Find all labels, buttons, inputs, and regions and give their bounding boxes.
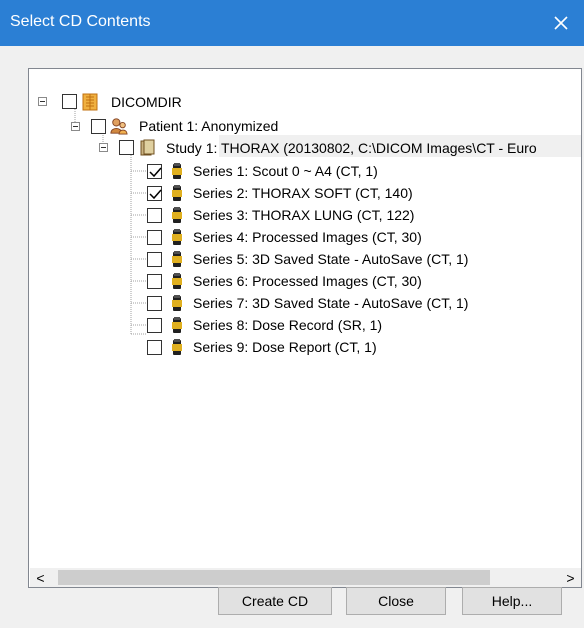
series-label[interactable]: Series 5: 3D Saved State - AutoSave (CT,… bbox=[193, 250, 468, 268]
series-icon bbox=[172, 163, 182, 179]
series-label[interactable]: Series 6: Processed Images (CT, 30) bbox=[193, 272, 422, 290]
study-checkbox[interactable] bbox=[119, 140, 134, 155]
help-button[interactable]: Help... bbox=[462, 587, 562, 615]
root-label[interactable]: DICOMDIR bbox=[111, 93, 182, 111]
series-icon bbox=[172, 251, 182, 267]
series-checkbox[interactable] bbox=[147, 274, 162, 289]
root-checkbox[interactable] bbox=[62, 94, 77, 109]
series-label[interactable]: Series 9: Dose Report (CT, 1) bbox=[193, 338, 377, 356]
series-label[interactable]: Series 8: Dose Record (SR, 1) bbox=[193, 316, 382, 334]
study-label[interactable]: Study 1: THORAX (20130802, C:\DICOM Imag… bbox=[166, 139, 537, 157]
patient-label[interactable]: Patient 1: Anonymized bbox=[139, 117, 278, 135]
title-bar: Select CD Contents bbox=[0, 0, 584, 46]
series-checkbox[interactable] bbox=[147, 252, 162, 267]
create-cd-button[interactable]: Create CD bbox=[218, 587, 332, 615]
close-button[interactable]: Close bbox=[346, 587, 446, 615]
series-icon bbox=[172, 207, 182, 223]
series-label[interactable]: Series 1: Scout 0 ~ A4 (CT, 1) bbox=[193, 162, 378, 180]
series-icon bbox=[172, 185, 182, 201]
study-icon bbox=[140, 139, 155, 156]
checkmark-icon bbox=[149, 189, 162, 200]
scroll-thumb[interactable] bbox=[58, 570, 490, 585]
root-collapse-toggle[interactable] bbox=[38, 97, 47, 106]
series-icon bbox=[172, 229, 182, 245]
horizontal-scrollbar[interactable]: < > bbox=[30, 568, 581, 587]
patient-collapse-toggle[interactable] bbox=[71, 122, 80, 131]
study-collapse-toggle[interactable] bbox=[99, 143, 108, 152]
cd-contents-tree[interactable]: DICOMDIR Patient 1: Anonymized Study 1: … bbox=[28, 68, 582, 588]
scroll-left-button[interactable]: < bbox=[32, 568, 49, 587]
series-checkbox[interactable] bbox=[147, 230, 162, 245]
series-checkbox[interactable] bbox=[147, 340, 162, 355]
checkmark-icon bbox=[149, 167, 162, 178]
close-icon bbox=[554, 16, 568, 30]
series-checkbox[interactable] bbox=[147, 186, 162, 201]
series-icon bbox=[172, 317, 182, 333]
series-label[interactable]: Series 3: THORAX LUNG (CT, 122) bbox=[193, 206, 414, 224]
series-checkbox[interactable] bbox=[147, 164, 162, 179]
series-checkbox[interactable] bbox=[147, 208, 162, 223]
scroll-right-button[interactable]: > bbox=[562, 568, 579, 587]
series-label[interactable]: Series 2: THORAX SOFT (CT, 140) bbox=[193, 184, 413, 202]
patient-icon bbox=[110, 118, 128, 135]
series-icon bbox=[172, 295, 182, 311]
series-icon bbox=[172, 339, 182, 355]
series-checkbox[interactable] bbox=[147, 296, 162, 311]
window-title: Select CD Contents bbox=[10, 13, 151, 30]
chevron-right-icon: > bbox=[566, 569, 575, 586]
patient-checkbox[interactable] bbox=[91, 119, 106, 134]
series-checkbox[interactable] bbox=[147, 318, 162, 333]
dicomdir-book-icon bbox=[82, 93, 98, 111]
series-icon bbox=[172, 273, 182, 289]
close-window-button[interactable] bbox=[538, 0, 584, 46]
dialog-body: DICOMDIR Patient 1: Anonymized Study 1: … bbox=[0, 46, 584, 628]
series-label[interactable]: Series 4: Processed Images (CT, 30) bbox=[193, 228, 422, 246]
chevron-left-icon: < bbox=[36, 569, 45, 586]
series-label[interactable]: Series 7: 3D Saved State - AutoSave (CT,… bbox=[193, 294, 468, 312]
